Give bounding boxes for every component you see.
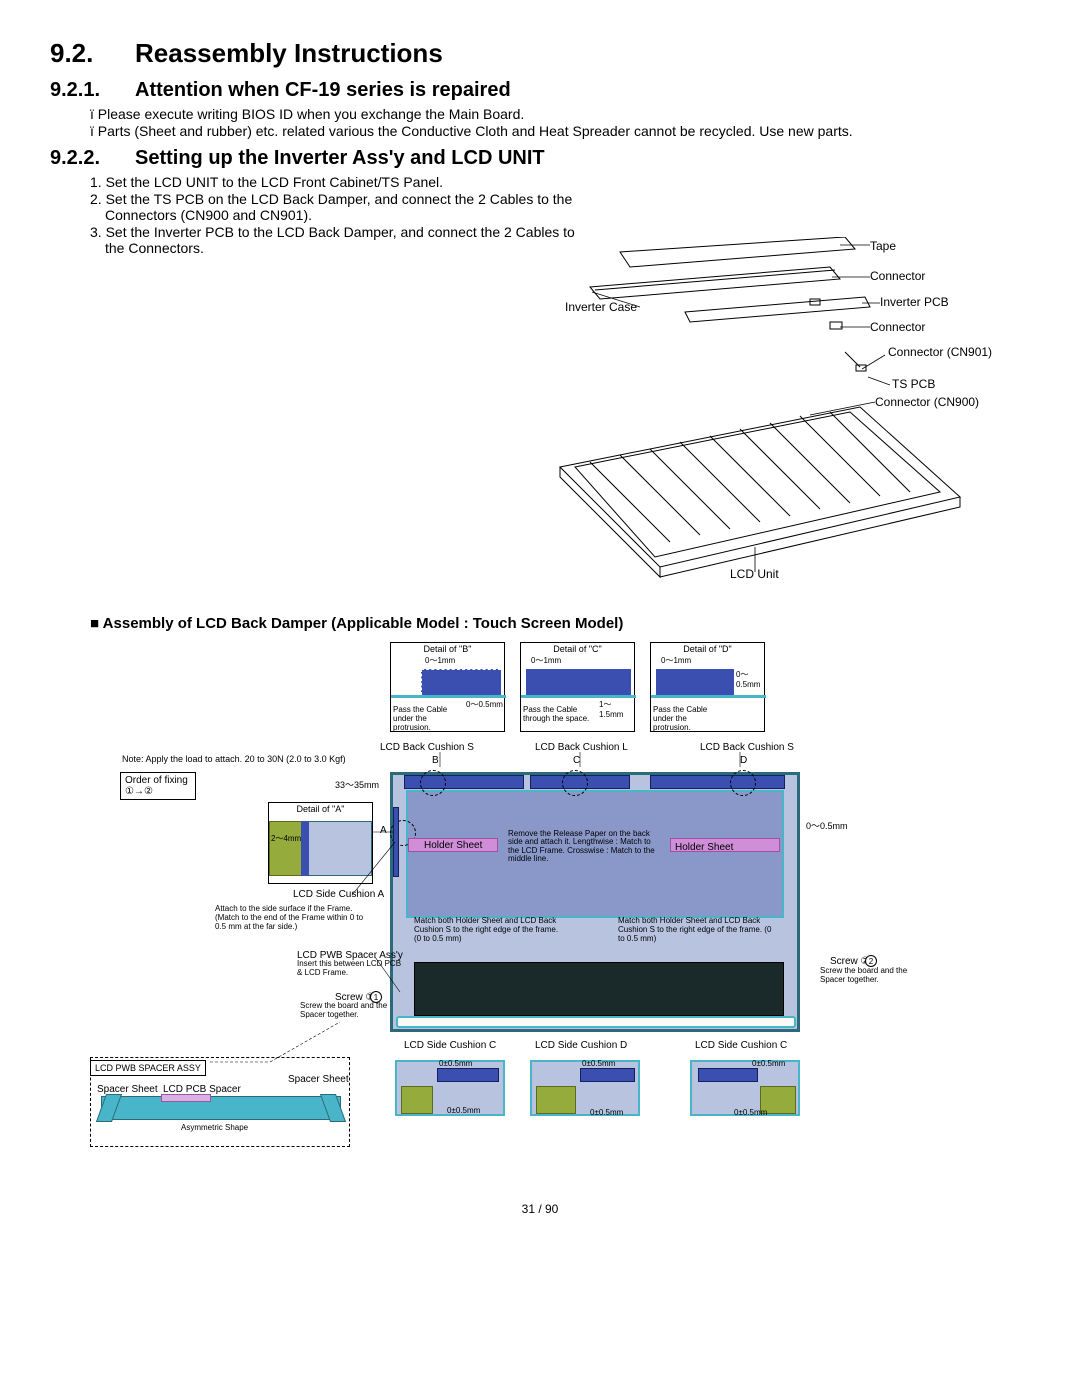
label-inverter-case: Inverter Case [565,300,637,314]
section-heading: 9.2.Reassembly Instructions [50,38,1030,69]
page-number: 31 / 90 [50,1202,1030,1216]
figure-2-back-damper: Detail of "B" 0～1mm 0～0.5mm Pass the Cab… [90,642,990,1172]
exploded-view-svg [530,237,1030,607]
subsection-heading-2: 9.2.2.Setting up the Inverter Ass'y and … [50,147,1030,170]
label-connector-cn900: Connector (CN900) [875,395,979,409]
page-container: 9.2.Reassembly Instructions 9.2.1.Attent… [0,0,1080,1236]
label-inverter-pcb: Inverter PCB [880,295,949,309]
subsection-1-number: 9.2.1. [50,79,135,102]
step-1: 1. Set the LCD UNIT to the LCD Front Cab… [105,174,585,190]
label-connector-2: Connector [870,320,925,334]
label-lcd-unit: LCD Unit [730,567,779,581]
label-tape: Tape [870,239,896,253]
subsection-heading-1: 9.2.1.Attention when CF-19 series is rep… [50,79,1030,102]
step-3: 3. Set the Inverter PCB to the LCD Back … [105,224,585,256]
fig2-leaders [90,642,990,1172]
assembly-heading: ■ Assembly of LCD Back Damper (Applicabl… [90,615,1030,632]
label-ts-pcb: TS PCB [892,377,935,391]
label-connector-1: Connector [870,269,925,283]
bullet-parts: ï Parts (Sheet and rubber) etc. related … [90,123,1030,139]
section-number: 9.2. [50,38,135,69]
figure-1-exploded-view: Tape Connector Inverter Case Inverter PC… [530,237,1030,607]
label-connector-cn901: Connector (CN901) [888,345,992,359]
subsection-2-number: 9.2.2. [50,147,135,170]
subsection-2-title: Setting up the Inverter Ass'y and LCD UN… [135,147,545,169]
subsection-1-title: Attention when CF-19 series is repaired [135,79,511,101]
section-title: Reassembly Instructions [135,38,443,68]
step-2: 2. Set the TS PCB on the LCD Back Damper… [105,191,585,223]
bullet-bios: ï Please execute writing BIOS ID when yo… [90,106,1030,122]
